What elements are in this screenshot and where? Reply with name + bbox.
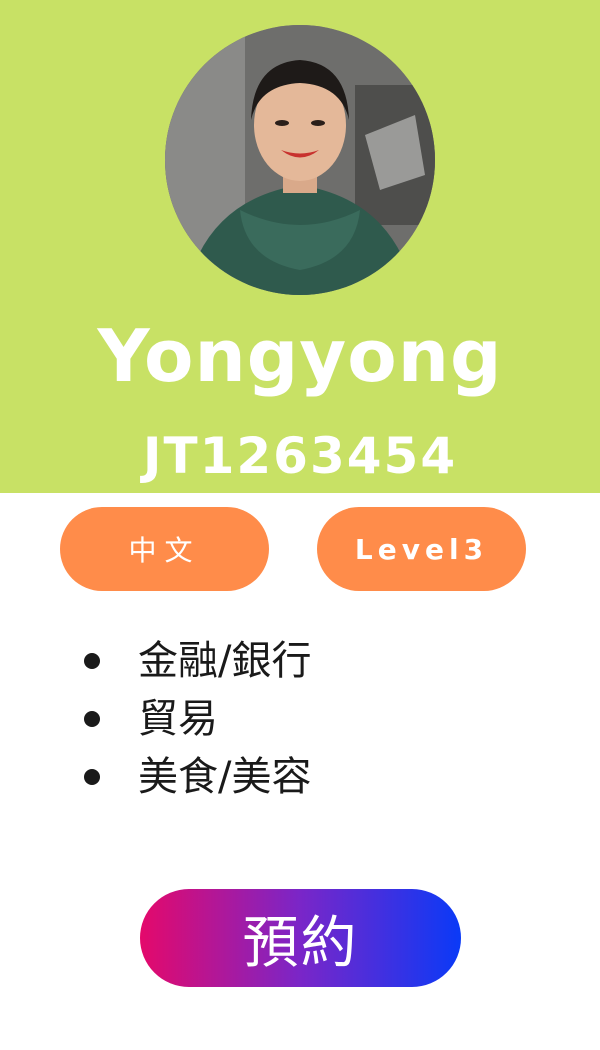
bullet-icon <box>84 769 100 785</box>
list-item: 貿易 <box>80 690 311 748</box>
skill-label: 美食/美容 <box>138 754 312 800</box>
bullet-icon <box>84 653 100 669</box>
skill-label: 金融/銀行 <box>138 638 312 684</box>
list-item: 金融/銀行 <box>80 632 311 690</box>
language-badge: 中文 <box>60 507 269 591</box>
skill-label: 貿易 <box>138 696 218 742</box>
list-item: 美食/美容 <box>80 748 311 806</box>
skill-list: 金融/銀行 貿易 美食/美容 <box>80 632 311 806</box>
profile-header: Yongyong JT1263454 <box>0 0 600 493</box>
avatar <box>165 25 435 295</box>
profile-photo-icon <box>165 25 435 295</box>
profile-name: Yongyong <box>97 314 503 398</box>
profile-code: JT1263454 <box>142 427 458 485</box>
level-badge: Level3 <box>317 507 526 591</box>
bullet-icon <box>84 711 100 727</box>
book-button[interactable]: 預約 <box>140 889 461 987</box>
